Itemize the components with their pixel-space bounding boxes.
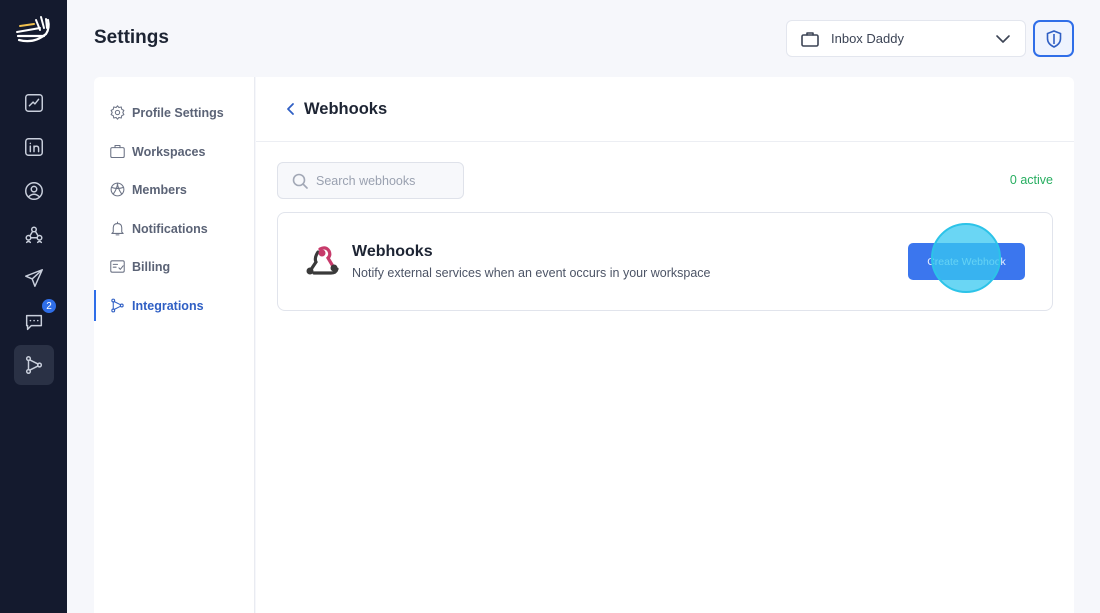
section-title: Webhooks xyxy=(304,99,388,118)
search-input[interactable] xyxy=(316,173,456,188)
webhook-icon xyxy=(306,246,339,275)
rail-campaigns[interactable] xyxy=(14,258,54,298)
nav-item-notifications[interactable]: Notifications xyxy=(94,213,255,244)
logo-icon[interactable] xyxy=(14,14,52,46)
rail-inbox[interactable]: 2 xyxy=(14,297,58,342)
integrations-icon xyxy=(111,298,124,313)
main-header: Webhooks xyxy=(256,77,1074,142)
nav-item-billing[interactable]: Billing xyxy=(94,251,255,282)
card-title: Webhooks xyxy=(352,243,433,260)
card-description: Notify external services when an event o… xyxy=(352,266,711,280)
app-rail: 2 xyxy=(0,0,67,613)
nav-item-profile-settings[interactable]: Profile Settings xyxy=(94,97,255,128)
rail-linkedin[interactable] xyxy=(14,127,54,167)
workspace-select[interactable]: Inbox Daddy xyxy=(786,20,1026,57)
briefcase-icon xyxy=(110,144,125,159)
nav-item-integrations[interactable]: Integrations xyxy=(94,290,255,321)
nav-label: Integrations xyxy=(132,298,204,313)
nav-label: Workspaces xyxy=(132,144,206,159)
nav-item-members[interactable]: Members xyxy=(94,174,255,205)
chevron-left-icon[interactable] xyxy=(284,102,298,116)
search-icon xyxy=(292,173,308,189)
bell-icon xyxy=(111,221,124,236)
unread-badge: 2 xyxy=(40,297,58,315)
active-count: 0 active xyxy=(1009,173,1053,187)
search-box[interactable] xyxy=(277,162,464,199)
rail-integrations[interactable] xyxy=(14,345,54,385)
chat-icon xyxy=(25,314,43,331)
gear-icon xyxy=(110,105,125,120)
briefcase-icon xyxy=(801,31,819,47)
workspace-select-value: Inbox Daddy xyxy=(831,31,904,46)
rail-contacts[interactable] xyxy=(14,171,54,211)
nav-label: Notifications xyxy=(132,221,208,236)
create-webhook-button[interactable]: Create Webhook xyxy=(908,243,1025,280)
rail-analytics[interactable] xyxy=(14,83,54,123)
integrations-icon xyxy=(25,356,43,374)
send-icon xyxy=(25,269,43,287)
chevron-down-icon xyxy=(996,34,1010,43)
nav-label: Profile Settings xyxy=(132,105,224,120)
webhooks-card: Webhooks Notify external services when a… xyxy=(277,212,1053,311)
security-button[interactable] xyxy=(1033,20,1074,57)
nav-item-workspaces[interactable]: Workspaces xyxy=(94,136,255,167)
linkedin-icon xyxy=(25,138,43,156)
rail-network[interactable] xyxy=(14,215,54,255)
nav-label: Members xyxy=(132,182,187,197)
analytics-icon xyxy=(25,94,43,112)
user-circle-icon xyxy=(25,182,43,200)
nav-label: Billing xyxy=(132,259,171,274)
billing-icon xyxy=(110,260,125,273)
main-panel: Webhooks 0 active Webhooks Notify extern… xyxy=(256,77,1074,613)
network-icon xyxy=(25,226,43,244)
shield-icon xyxy=(1046,29,1061,48)
members-icon xyxy=(110,182,125,197)
page-title: Settings xyxy=(94,27,169,48)
settings-nav: Profile Settings Workspaces Members Noti… xyxy=(94,77,255,613)
